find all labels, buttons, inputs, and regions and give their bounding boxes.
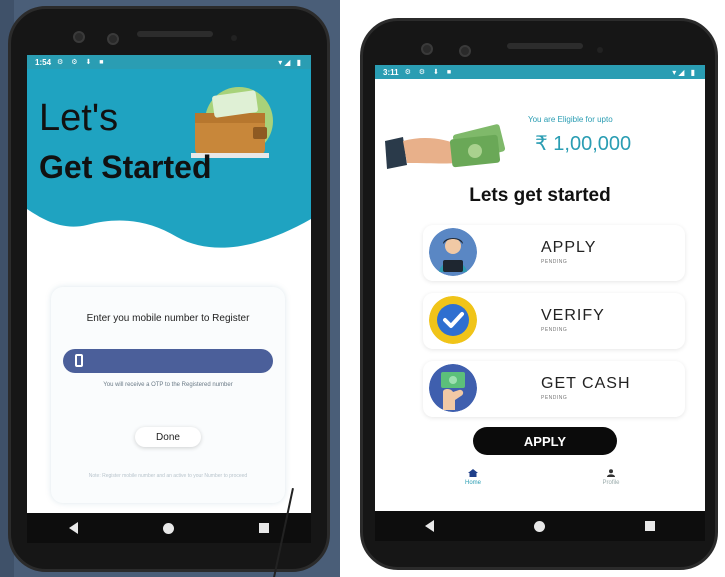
status-bar: 1:54 ⚙ ⚙ ⬇ ■ ▾◢ ▮ [27, 55, 311, 69]
signal-battery-icons: ▾◢ ▮ [278, 57, 303, 67]
hero-title-line1: Let's [39, 97, 119, 139]
tab-profile[interactable]: Profile [581, 469, 641, 486]
navigation-bar [27, 513, 311, 543]
right-phone: 3:11 ⚙ ⚙ ⬇ ■ ▾◢ ▮ You are Eligible for u… [360, 18, 718, 570]
profile-icon [607, 469, 615, 477]
step-apply[interactable]: APPLY PENDING [423, 225, 685, 281]
eligible-amount: ₹ 1,00,000 [535, 133, 632, 155]
mobile-number-input[interactable] [63, 349, 273, 373]
fine-print: Note: Register mobile number and an acti… [88, 473, 248, 479]
done-button[interactable]: Done [135, 427, 201, 447]
tab-label: Home [464, 480, 481, 486]
apply-button[interactable]: APPLY [473, 427, 617, 455]
hero-title-line2: Get Started [39, 149, 212, 185]
tab-home[interactable]: Home [443, 469, 503, 486]
navigation-bar [375, 511, 705, 541]
tab-label: Profile [602, 480, 620, 486]
step-verify[interactable]: VERIFY PENDING [423, 293, 685, 349]
step-status: PENDING [541, 327, 568, 333]
left-phone: 1:54 ⚙ ⚙ ⬇ ■ ▾◢ ▮ Let's Get Started Ente… [8, 6, 330, 572]
back-icon[interactable] [425, 520, 434, 532]
back-icon[interactable] [69, 522, 79, 534]
status-bar: 3:11 ⚙ ⚙ ⬇ ■ ▾◢ ▮ [375, 65, 705, 79]
step-title: VERIFY [541, 307, 605, 324]
register-card: Enter you mobile number to Register You … [51, 287, 285, 503]
otp-note: You will receive a OTP to the Registered… [103, 382, 233, 388]
register-label: Enter you mobile number to Register [86, 313, 250, 324]
person-laptop-icon [429, 228, 477, 276]
screenshot-stage: 1:54 ⚙ ⚙ ⬇ ■ ▾◢ ▮ Let's Get Started Ente… [0, 0, 725, 577]
signal-battery-icons: ▾◢ ▮ [672, 67, 697, 77]
checkmark-icon [429, 296, 477, 344]
cash-hand-icon [429, 364, 477, 412]
status-time: 3:11 [383, 67, 399, 77]
money-hand-icon [385, 124, 506, 169]
home-circle-icon[interactable] [534, 520, 545, 532]
bottom-tab-bar: Home Profile [375, 465, 705, 501]
section-title: Lets get started [469, 185, 611, 206]
step-status: PENDING [541, 259, 568, 265]
mobile-phone-icon [75, 354, 83, 367]
left-screen: 1:54 ⚙ ⚙ ⬇ ■ ▾◢ ▮ Let's Get Started Ente… [27, 55, 311, 543]
status-icons: ⚙ ⚙ ⬇ ■ [404, 69, 455, 76]
status-time: 1:54 [35, 57, 52, 67]
home-circle-icon[interactable] [162, 522, 174, 534]
step-get-cash[interactable]: GET CASH PENDING [423, 361, 685, 417]
recents-icon[interactable] [258, 523, 269, 533]
step-status: PENDING [541, 395, 568, 401]
status-icons: ⚙ ⚙ ⬇ ■ [57, 59, 107, 66]
eligible-label: You are Eligible for upto [528, 115, 613, 124]
home-icon [468, 469, 478, 477]
right-screen: 3:11 ⚙ ⚙ ⬇ ■ ▾◢ ▮ You are Eligible for u… [375, 65, 705, 541]
step-title: APPLY [541, 239, 597, 256]
step-title: GET CASH [541, 375, 631, 392]
recents-icon[interactable] [645, 521, 655, 531]
